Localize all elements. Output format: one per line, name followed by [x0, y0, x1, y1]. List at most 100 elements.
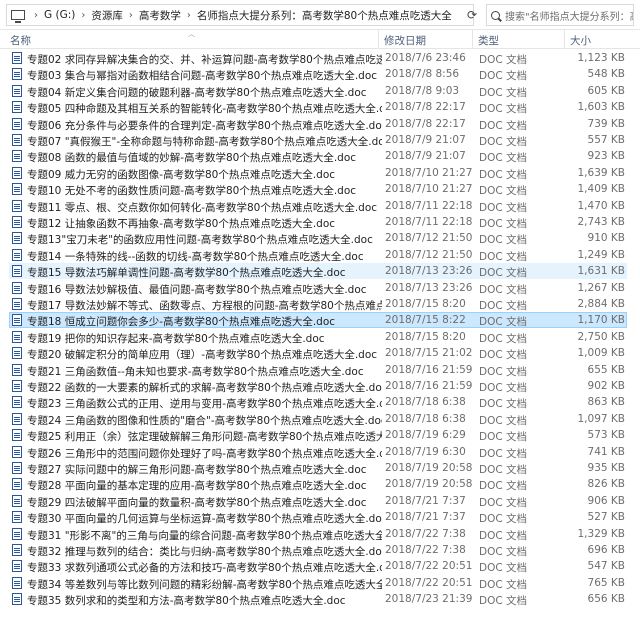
file-row[interactable]: 专题28 平面向量的基本定理的应用-高考数学80个热点难点吃透大全.doc 201…: [9, 476, 627, 492]
file-type: DOC 文档: [479, 87, 528, 99]
file-row[interactable]: 专题15 导数法巧解单调性问题-高考数学80个热点难点吃透大全.doc 2018/…: [9, 263, 627, 279]
file-name: 专题20 破解定积分的简单应用（理）-高考数学80个热点难点吃透大全.doc: [27, 349, 378, 361]
word-doc-icon: [12, 134, 22, 146]
word-doc-icon: [12, 282, 22, 294]
file-name: 专题21 三角函数值--角未知也要求-高考数学80个热点难点吃透大全.doc: [27, 366, 364, 378]
file-row[interactable]: 专题16 导数法妙解极值、最值问题-高考数学80个热点难点吃透大全.doc 201…: [9, 280, 627, 296]
file-size: 1,249 KB: [577, 249, 626, 261]
file-row[interactable]: 专题27 实际问题中的解三角形问题-高考数学80个热点难点吃透大全.doc 201…: [9, 460, 627, 476]
file-row[interactable]: 专题08 函数的最值与值域的妙解-高考数学80个热点难点吃透大全.doc 2018…: [9, 148, 627, 164]
file-row[interactable]: 专题22 函数的一大要素的解析式的求解-高考数学80个热点难点吃透大全.doc 2…: [9, 378, 627, 394]
file-row[interactable]: 专题29 四法破解平面向量的数量积-高考数学80个热点难点吃透大全.doc 201…: [9, 493, 627, 509]
file-type: DOC 文档: [479, 202, 528, 214]
file-size: 1,603 KB: [577, 101, 626, 113]
file-size: 826 KB: [587, 478, 625, 490]
file-row[interactable]: 专题20 破解定积分的简单应用（理）-高考数学80个热点难点吃透大全.doc 20…: [9, 345, 627, 361]
word-doc-icon: [12, 118, 22, 130]
file-row[interactable]: 专题13"宝刀未老"的函数应用性问题-高考数学80个热点难点吃透大全.doc 20…: [9, 230, 627, 246]
breadcrumb-math[interactable]: 高考数学: [139, 8, 181, 23]
file-row[interactable]: 专题14 一条特殊的线--函数的切线-高考数学80个热点难点吃透大全.doc 20…: [9, 247, 627, 263]
breadcrumb-library[interactable]: 资源库: [91, 8, 123, 23]
file-row[interactable]: 专题06 充分条件与必要条件的合理判定-高考数学80个热点难点吃透大全.doc 2…: [9, 116, 627, 132]
file-row[interactable]: 专题12 让抽象函数不再抽象-高考数学80个热点难点吃透大全.doc 2018/7…: [9, 214, 627, 230]
file-row[interactable]: 专题24 三角函数的图像和性质的"磨合"-高考数学80个热点难点吃透大全.doc…: [9, 411, 627, 427]
column-divider[interactable]: [564, 30, 565, 48]
file-name: 专题12 让抽象函数不再抽象-高考数学80个热点难点吃透大全.doc: [27, 218, 336, 230]
file-type: DOC 文档: [479, 595, 528, 607]
chevron-right-icon[interactable]: ›: [187, 10, 191, 21]
chevron-right-icon[interactable]: ›: [81, 10, 85, 21]
word-doc-icon: [12, 249, 22, 261]
word-doc-icon: [12, 167, 22, 179]
column-divider[interactable]: [472, 30, 473, 48]
file-row[interactable]: 专题26 三角形中的范围问题你处理好了吗-高考数学80个热点难点吃透大全.doc…: [9, 444, 627, 460]
file-date: 2018/7/10 21:27: [385, 167, 473, 179]
file-size: 906 KB: [587, 495, 625, 507]
column-header-date[interactable]: 修改日期: [384, 33, 426, 48]
file-row[interactable]: 专题30 平面向量的几何运算与坐标运算-高考数学80个热点难点吃透大全.doc 2…: [9, 509, 627, 525]
word-doc-icon: [12, 347, 22, 359]
file-type: DOC 文档: [479, 480, 528, 492]
file-row[interactable]: 专题32 推理与数列的结合：类比与归纳-高考数学80个热点难点吃透大全.doc 2…: [9, 542, 627, 558]
file-type: DOC 文档: [479, 267, 528, 279]
file-row[interactable]: 专题31 "形影不离"的三角与向量的综合问题-高考数学80个热点难点吃透大全.d…: [9, 526, 627, 542]
file-row[interactable]: 专题18 恒成立问题你会多少-高考数学80个热点难点吃透大全.doc 2018/7…: [9, 312, 627, 328]
file-type: DOC 文档: [479, 415, 528, 427]
file-row[interactable]: 专题11 零点、根、交点数你如何转化-高考数学80个热点难点吃透大全.doc 20…: [9, 198, 627, 214]
column-header-name[interactable]: 名称: [10, 33, 31, 48]
breadcrumb-drive[interactable]: G (G:): [44, 9, 75, 21]
file-row[interactable]: 专题10 无处不考的函数性质问题-高考数学80个热点难点吃透大全.doc 2018…: [9, 181, 627, 197]
file-row[interactable]: 专题05 四种命题及其相互关系的智能转化-高考数学80个热点难点吃透大全.doc…: [9, 99, 627, 115]
file-date: 2018/7/11 22:18: [385, 200, 473, 212]
breadcrumb[interactable]: › G (G:) › 资源库 › 高考数学 › 名师指点大提分系列：高考数学80…: [6, 4, 474, 26]
file-date: 2018/7/22 20:51: [385, 577, 473, 589]
file-type: DOC 文档: [479, 218, 528, 230]
word-doc-icon: [12, 331, 22, 343]
file-row[interactable]: 专题04 新定义集合问题的破题利器-高考数学80个热点难点吃透大全.doc 201…: [9, 83, 627, 99]
file-row[interactable]: 专题03 集合与幂指对函数相结合问题-高考数学80个热点难点吃透大全.doc 20…: [9, 66, 627, 82]
file-row[interactable]: 专题23 三角函数公式的正用、逆用与变用-高考数学80个热点难点吃透大全.doc…: [9, 394, 627, 410]
file-name: 专题04 新定义集合问题的破题利器-高考数学80个热点难点吃透大全.doc: [27, 87, 367, 99]
file-row[interactable]: 专题09 威力无穷的函数图像-高考数学80个热点难点吃透大全.doc 2018/7…: [9, 165, 627, 181]
file-row[interactable]: 专题33 求数列通项公式必备的方法和技巧-高考数学80个热点难点吃透大全.doc…: [9, 558, 627, 574]
file-name: 专题10 无处不考的函数性质问题-高考数学80个热点难点吃透大全.doc: [27, 185, 357, 197]
file-row[interactable]: 专题07 "真假猴王"-全称命题与特称命题-高考数学80个热点难点吃透大全.do…: [9, 132, 627, 148]
file-type: DOC 文档: [479, 382, 528, 394]
word-doc-icon: [12, 314, 22, 326]
file-row[interactable]: 专题35 数列求和的类型和方法-高考数学80个热点难点吃透大全.doc 2018/…: [9, 591, 627, 607]
file-type: DOC 文档: [479, 398, 528, 410]
chevron-right-icon[interactable]: ›: [129, 10, 133, 21]
file-type: DOC 文档: [479, 562, 528, 574]
file-type: DOC 文档: [479, 54, 528, 66]
column-header-size[interactable]: 大小: [570, 33, 591, 48]
search-input[interactable]: 搜索"名师指点大提分系列：高考...": [486, 4, 634, 26]
column-header-type[interactable]: 类型: [478, 33, 499, 48]
file-name: 专题27 实际问题中的解三角形问题-高考数学80个热点难点吃透大全.doc: [27, 464, 367, 476]
file-row[interactable]: 专题25 利用正（余）弦定理破解解三角形问题-高考数学80个热点难点吃透大全.d…: [9, 427, 627, 443]
word-doc-icon: [12, 446, 22, 458]
file-name: 专题16 导数法妙解极值、最值问题-高考数学80个热点难点吃透大全.doc: [27, 284, 367, 296]
file-date: 2018/7/15 21:02: [385, 347, 473, 359]
file-row[interactable]: 专题19 把你的知识存起来-高考数学80个热点难点吃透大全.doc 2018/7/…: [9, 329, 627, 345]
file-size: 548 KB: [587, 68, 625, 80]
file-row[interactable]: 专题21 三角函数值--角未知也要求-高考数学80个热点难点吃透大全.doc 20…: [9, 362, 627, 378]
file-type: DOC 文档: [479, 70, 528, 82]
word-doc-icon: [12, 85, 22, 97]
word-doc-icon: [12, 150, 22, 162]
file-row[interactable]: 专题02 求同存异解决集合的交、并、补运算问题-高考数学80个热点难点吃透大全.…: [9, 50, 627, 66]
file-type: DOC 文档: [479, 251, 528, 263]
file-type: DOC 文档: [479, 103, 528, 115]
file-name: 专题15 导数法巧解单调性问题-高考数学80个热点难点吃透大全.doc: [27, 267, 346, 279]
breadcrumb-current-folder[interactable]: 名师指点大提分系列：高考数学80个热点难点吃透大全: [197, 8, 452, 23]
file-row[interactable]: 专题17 导数法妙解不等式、函数零点、方程根的问题-高考数学80个热点难点吃透大…: [9, 296, 627, 312]
column-divider[interactable]: [378, 30, 379, 48]
file-date: 2018/7/6 23:46: [385, 52, 466, 64]
word-doc-icon: [12, 544, 22, 556]
file-date: 2018/7/21 7:37: [385, 495, 466, 507]
chevron-right-icon[interactable]: ›: [34, 10, 38, 21]
file-date: 2018/7/8 8:56: [385, 68, 460, 80]
file-size: 765 KB: [587, 577, 625, 589]
file-row[interactable]: 专题34 等差数列与等比数列问题的精彩纷解-高考数学80个热点难点吃透大全.do…: [9, 575, 627, 591]
file-name: 专题26 三角形中的范围问题你处理好了吗-高考数学80个热点难点吃透大全.doc: [27, 448, 382, 460]
refresh-icon[interactable]: ⟳: [462, 5, 482, 25]
